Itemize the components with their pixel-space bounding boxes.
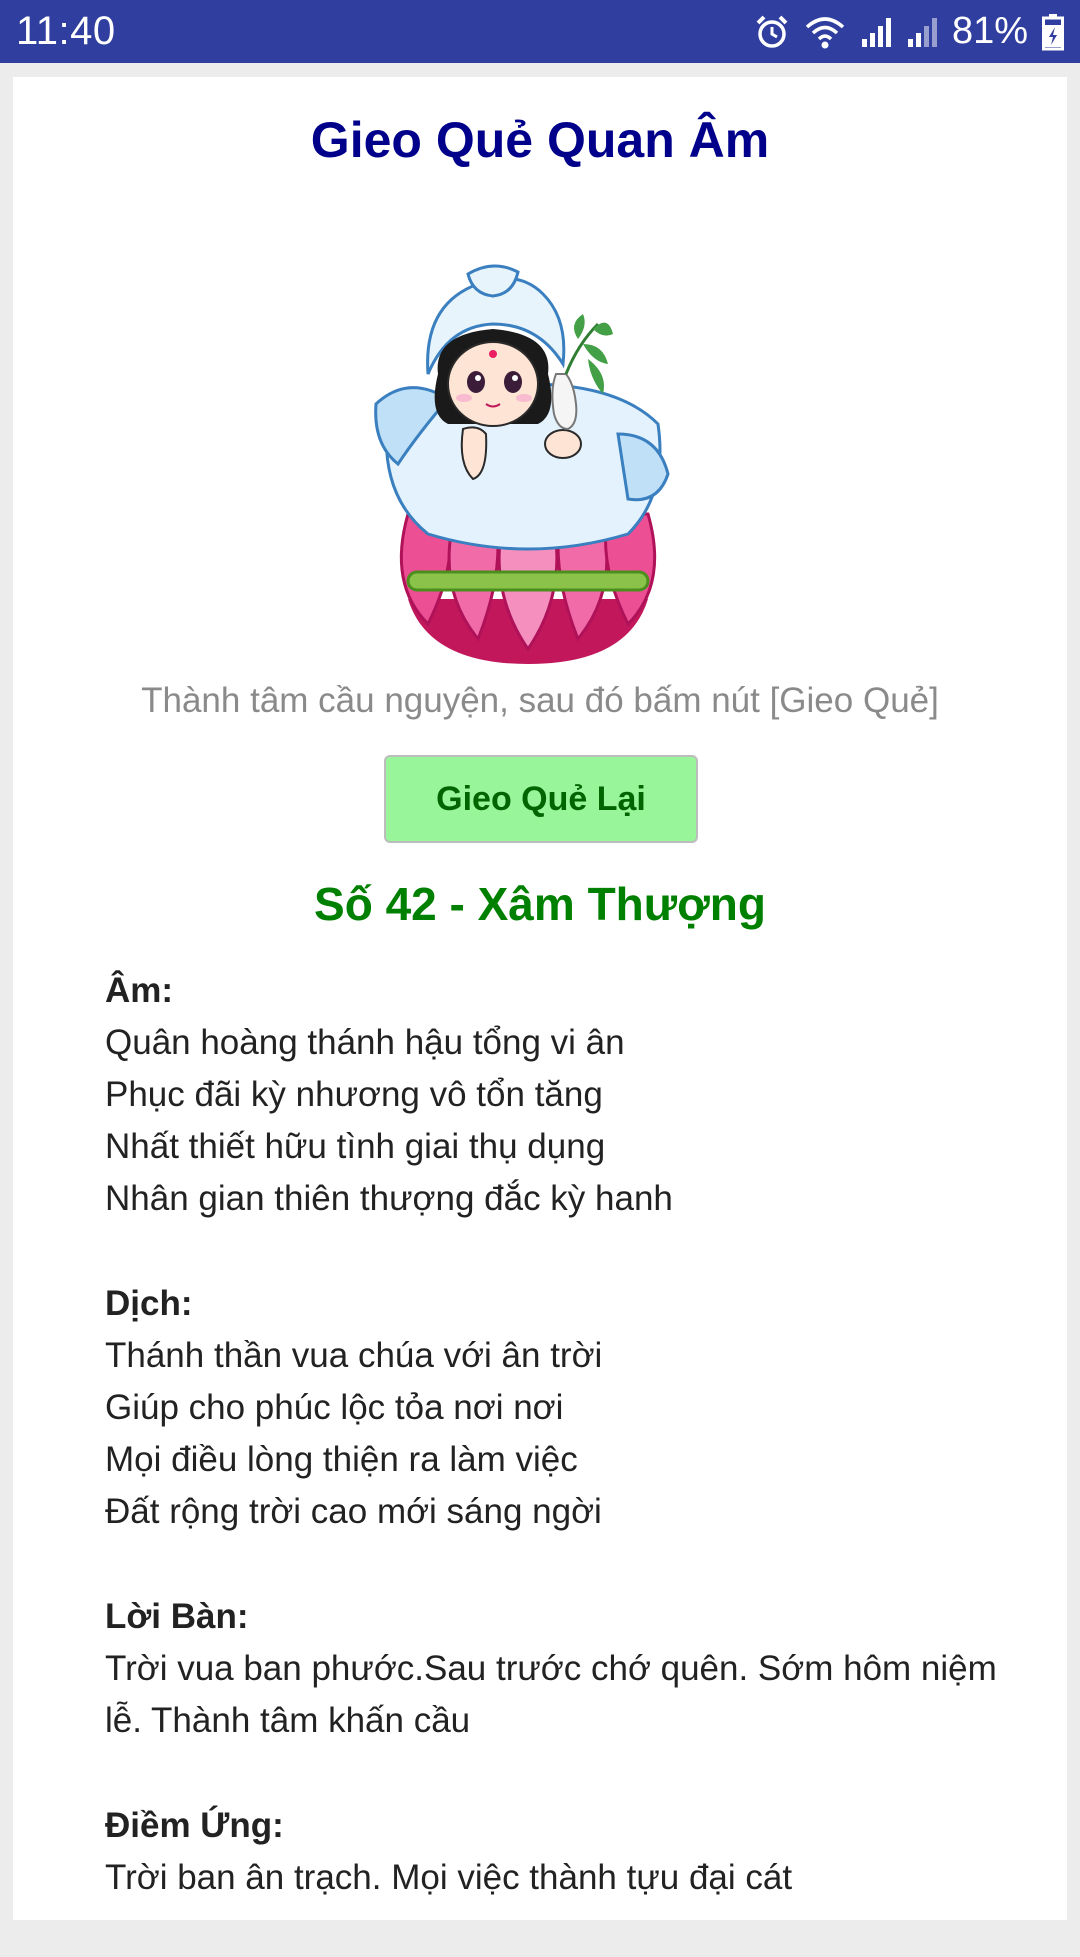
recast-button[interactable]: Gieo Quẻ Lại	[384, 755, 698, 843]
wifi-icon	[805, 16, 845, 48]
status-icons: 81%	[754, 10, 1064, 53]
page-title: Gieo Quẻ Quan Âm	[310, 112, 770, 168]
verse-line: Nhất thiết hữu tình giai thụ dụng	[105, 1127, 606, 1166]
section-heading: Lời Bàn:	[105, 1597, 249, 1636]
signal-icon	[907, 17, 937, 47]
section-diem-ung: Điềm Ứng: Trời ban ân trạch. Mọi việc th…	[105, 1800, 1005, 1904]
battery-charging-icon	[1042, 13, 1064, 50]
status-bar: 11:40 81%	[0, 0, 1080, 63]
verse-line: Quân hoàng thánh hậu tổng vi ân	[105, 1023, 625, 1062]
verse-line: Giúp cho phúc lộc tỏa nơi nơi	[105, 1388, 564, 1427]
paragraph: Trời vua ban phước.Sau trước chớ quên. S…	[105, 1649, 997, 1740]
instruction-text: Thành tâm cầu nguyện, sau đó bấm nút [Gi…	[141, 681, 939, 720]
status-time: 11:40	[16, 9, 116, 53]
content-card: Gieo Quẻ Quan Âm Thành tâm cầu nguyện, s…	[13, 77, 1067, 1920]
section-loi-ban: Lời Bàn: Trời vua ban phước.Sau trước ch…	[105, 1591, 1005, 1747]
verse-line: Đất rộng trời cao mới sáng ngời	[105, 1492, 602, 1531]
quan-am-mascot-image	[374, 264, 670, 664]
verse-line: Phục đãi kỳ nhương vô tổn tăng	[105, 1075, 603, 1114]
section-heading: Âm:	[105, 971, 174, 1010]
section-heading: Dịch:	[105, 1284, 193, 1323]
section-heading: Điềm Ứng:	[105, 1806, 284, 1845]
battery-percentage: 81%	[951, 10, 1028, 52]
paragraph: Trời ban ân trạch. Mọi việc thành tựu đạ…	[105, 1858, 793, 1897]
verse-line: Mọi điều lòng thiện ra làm việc	[105, 1440, 578, 1479]
section-am: Âm: Quân hoàng thánh hậu tổng vi ân Phục…	[105, 965, 1005, 1225]
signal-icon	[861, 17, 891, 47]
result-title: Số 42 - Xâm Thượng	[314, 878, 766, 930]
verse-line: Thánh thần vua chúa với ân trời	[105, 1336, 603, 1375]
fortune-content: Âm: Quân hoàng thánh hậu tổng vi ân Phục…	[105, 965, 1005, 1957]
alarm-icon	[756, 15, 788, 48]
section-dich: Dịch: Thánh thần vua chúa với ân trời Gi…	[105, 1278, 1005, 1538]
verse-line: Nhân gian thiên thượng đắc kỳ hanh	[105, 1179, 673, 1218]
